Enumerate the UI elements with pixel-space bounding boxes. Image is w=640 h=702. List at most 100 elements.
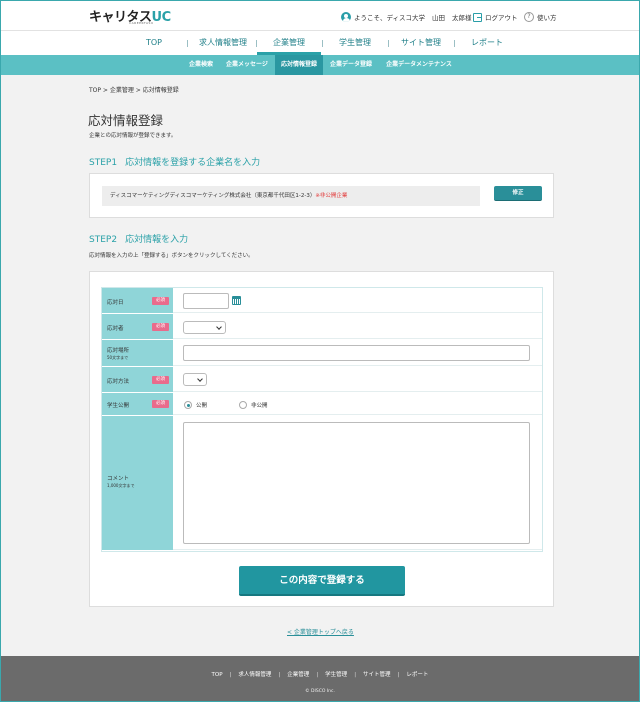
footer: TOP | 求人情報管理 | 企業管理 | 学生管理 | サイト管理 | レポート © DISCO … bbox=[1, 656, 639, 701]
required-badge: 必須 bbox=[152, 323, 169, 331]
logout-icon bbox=[473, 12, 482, 22]
cell-comment bbox=[173, 416, 542, 550]
logout-label: ログアウト bbox=[485, 14, 518, 22]
place-label: 応対場所 bbox=[107, 348, 130, 354]
footer-link-report[interactable]: レポート bbox=[406, 672, 428, 678]
label-comment: コメント 1,000文字まで bbox=[102, 416, 173, 550]
step1-title: STEP1 応対情報を登録する企業名を入力 bbox=[89, 155, 260, 168]
row-method: 応対方法 必須 bbox=[102, 367, 542, 393]
footer-divider: | bbox=[316, 672, 319, 678]
footer-link-top[interactable]: TOP bbox=[212, 672, 223, 678]
page-title: 応対情報登録 bbox=[88, 113, 164, 128]
footer-links: TOP | 求人情報管理 | 企業管理 | 学生管理 | サイト管理 | レポート bbox=[1, 670, 639, 678]
person-select[interactable] bbox=[183, 321, 226, 334]
cell-publish: 公開 非公開 bbox=[173, 393, 542, 415]
required-badge: 必須 bbox=[152, 400, 169, 408]
sub-nav: 企業検索 企業メッセージ 応対情報登録 企業データ登録 企業データメンテナンス bbox=[1, 55, 639, 75]
nav-divider bbox=[187, 40, 188, 47]
nav-job-management[interactable]: 求人情報管理 bbox=[191, 31, 255, 55]
footer-link-job[interactable]: 求人情報管理 bbox=[238, 672, 271, 678]
header: キャリタスUC CAREERTASU ようこそ、ディスコ大学 山田 太郎様 ログ… bbox=[1, 1, 639, 31]
row-person: 応対者 必須 bbox=[102, 314, 542, 340]
greeting: ようこそ、ディスコ大学 bbox=[354, 14, 426, 22]
user-last-name: 山田 bbox=[432, 14, 446, 22]
calendar-icon[interactable] bbox=[232, 296, 241, 305]
step1-label: 応対情報を登録する企業名を入力 bbox=[125, 158, 261, 168]
method-select[interactable] bbox=[183, 373, 207, 386]
date-input[interactable] bbox=[183, 293, 229, 309]
footer-divider: | bbox=[354, 672, 357, 678]
nav-top[interactable]: TOP bbox=[132, 31, 176, 55]
user-area: ようこそ、ディスコ大学 山田 太郎様 bbox=[341, 12, 472, 22]
back-to-company-top-link[interactable]: < 企業管理トップへ戻る bbox=[287, 627, 354, 636]
subnav-response-register[interactable]: 応対情報登録 bbox=[275, 55, 323, 75]
page: キャリタスUC CAREERTASU ようこそ、ディスコ大学 山田 太郎様 ログ… bbox=[0, 0, 640, 702]
publish-on-radio[interactable] bbox=[184, 401, 192, 409]
form-box: 応対日 必須 応対者 必須 応対場所 50文字まで 応対方法 必須 学生公開 必… bbox=[89, 271, 554, 607]
subnav-company-data-maintenance[interactable]: 企業データメンテナンス bbox=[379, 55, 459, 75]
form-table: 応対日 必須 応対者 必須 応対場所 50文字まで 応対方法 必須 学生公開 必… bbox=[101, 287, 543, 552]
nav-student-management[interactable]: 学生管理 bbox=[323, 31, 387, 55]
date-label: 応対日 bbox=[107, 300, 124, 306]
chevron-down-icon bbox=[216, 324, 222, 330]
row-publish: 学生公開 必須 公開 非公開 bbox=[102, 393, 542, 416]
subnav-company-message[interactable]: 企業メッセージ bbox=[221, 55, 273, 75]
footer-divider: | bbox=[278, 672, 281, 678]
company-name: ディスコマーケティングディスコマーケティング株式会社（東京都千代田区1-2-3） bbox=[110, 193, 316, 199]
label-place: 応対場所 50文字まで bbox=[102, 340, 173, 366]
logout-link[interactable]: ログアウト bbox=[473, 12, 518, 22]
footer-divider: | bbox=[229, 672, 232, 678]
chevron-down-icon bbox=[197, 376, 203, 382]
footer-link-site[interactable]: サイト管理 bbox=[363, 672, 391, 678]
comment-sub-label: 1,000文字まで bbox=[107, 483, 135, 488]
required-badge: 必須 bbox=[152, 297, 169, 305]
publish-off-label[interactable]: 非公開 bbox=[251, 401, 268, 409]
subnav-company-data-register[interactable]: 企業データ登録 bbox=[325, 55, 377, 75]
place-sub-label: 50文字まで bbox=[107, 355, 129, 360]
label-person: 応対者 必須 bbox=[102, 314, 173, 339]
step2-description: 応対情報を入力の上「登録する」ボタンをクリックしてください。 bbox=[89, 253, 254, 259]
publish-label: 学生公開 bbox=[107, 403, 130, 409]
logo-sub: CAREERTASU bbox=[129, 21, 154, 25]
copyright: © DISCO Inc. bbox=[305, 689, 335, 694]
edit-button[interactable]: 修正 bbox=[494, 186, 542, 201]
nav-report[interactable]: レポート bbox=[455, 31, 519, 55]
cell-date bbox=[173, 288, 542, 313]
main-nav: TOP 求人情報管理 企業管理 学生管理 サイト管理 レポート bbox=[1, 31, 639, 55]
row-date: 応対日 必須 bbox=[102, 288, 542, 314]
publish-off-radio[interactable] bbox=[239, 401, 247, 409]
help-link[interactable]: ? 使い方 bbox=[524, 12, 557, 22]
footer-link-student[interactable]: 学生管理 bbox=[325, 672, 347, 678]
footer-divider: | bbox=[397, 672, 400, 678]
label-date: 応対日 必須 bbox=[102, 288, 173, 313]
required-badge: 必須 bbox=[152, 376, 169, 384]
step2-label: 応対情報を入力 bbox=[125, 235, 189, 245]
label-publish: 学生公開 必須 bbox=[102, 393, 173, 415]
cell-place bbox=[173, 340, 542, 366]
logo-uc: UC bbox=[151, 10, 172, 25]
comment-textarea[interactable] bbox=[183, 422, 530, 544]
row-place: 応対場所 50文字まで bbox=[102, 340, 542, 367]
company-info: ディスコマーケティングディスコマーケティング株式会社（東京都千代田区1-2-3）… bbox=[102, 186, 480, 206]
cell-person bbox=[173, 314, 542, 339]
step2-title: STEP2 応対情報を入力 bbox=[89, 232, 188, 245]
breadcrumb: TOP > 企業管理 > 応対情報登録 bbox=[89, 87, 179, 94]
nav-site-management[interactable]: サイト管理 bbox=[389, 31, 453, 55]
company-box: ディスコマーケティングディスコマーケティング株式会社（東京都千代田区1-2-3）… bbox=[89, 173, 554, 218]
method-label: 応対方法 bbox=[107, 379, 130, 385]
page-description: 企業との応対情報が登録できます。 bbox=[89, 133, 177, 139]
help-label: 使い方 bbox=[537, 14, 557, 22]
step2-number: STEP2 bbox=[89, 235, 118, 245]
cell-method bbox=[173, 367, 542, 392]
row-comment: コメント 1,000文字まで bbox=[102, 416, 542, 551]
nav-company-management[interactable]: 企業管理 bbox=[257, 31, 321, 55]
person-label: 応対者 bbox=[107, 326, 124, 332]
help-icon: ? bbox=[524, 12, 534, 22]
footer-link-company[interactable]: 企業管理 bbox=[287, 672, 309, 678]
comment-label: コメント bbox=[107, 476, 130, 482]
publish-on-label[interactable]: 公開 bbox=[196, 401, 207, 409]
place-input[interactable] bbox=[183, 345, 530, 361]
step1-number: STEP1 bbox=[89, 158, 118, 168]
submit-button[interactable]: この内容で登録する bbox=[239, 566, 405, 596]
subnav-company-search[interactable]: 企業検索 bbox=[182, 55, 220, 75]
